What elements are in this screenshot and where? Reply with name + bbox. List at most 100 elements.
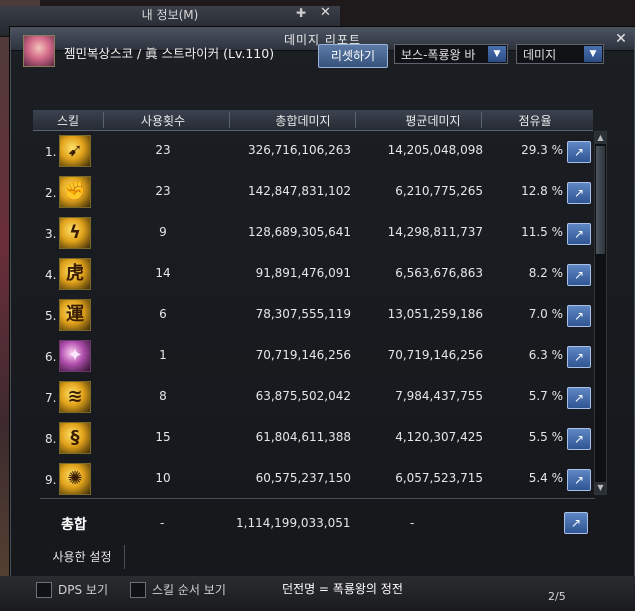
tiger-fist-icon: ✊: [59, 176, 91, 208]
avg-damage-cell: 14,298,811,737: [387, 225, 483, 239]
uses-cell: 6: [159, 307, 167, 321]
share-icon[interactable]: ↗: [567, 182, 591, 204]
target-select[interactable]: 보스-폭룡왕 바 ▼: [394, 44, 508, 64]
header-avg: 평균데미지: [405, 114, 461, 128]
total-damage-cell: 78,307,555,119: [255, 307, 351, 321]
total-damage: 1,114,199,033,051: [236, 516, 351, 530]
scroll-down-icon[interactable]: ▼: [595, 482, 606, 494]
chevron-down-icon[interactable]: ▼: [488, 46, 506, 62]
skill-order-label: 스킬 순서 보기: [152, 583, 226, 597]
share-cell: 7.0 %: [528, 307, 563, 321]
total-damage-cell: 70,719,146,256: [255, 348, 351, 362]
share-icon[interactable]: ↗: [567, 469, 591, 491]
header-divider: [355, 112, 356, 128]
share-icon[interactable]: ↗: [567, 264, 591, 286]
row-number: 7.: [45, 391, 57, 405]
total-damage-cell: 128,689,305,641: [247, 225, 351, 239]
scroll-up-icon[interactable]: ▲: [595, 132, 606, 144]
total-damage-cell: 60,575,237,150: [255, 471, 351, 485]
share-icon[interactable]: ↗: [564, 512, 588, 534]
metric-select-value: 데미지: [523, 48, 557, 62]
table-row[interactable]: 4. 虎 14 91,891,476,091 6,563,676,863 8.2…: [33, 254, 593, 295]
total-row: 총합 - 1,114,199,033,051 - ↗: [40, 505, 600, 541]
total-damage-cell: 142,847,831,102: [247, 184, 351, 198]
character-name: 젬민복상스코 / 眞 스트라이커 (Lv.110): [64, 46, 275, 61]
table-row[interactable]: 8. § 15 61,804,611,388 4,120,307,425 5.5…: [33, 418, 593, 459]
uses-cell: 10: [155, 471, 171, 485]
total-damage-cell: 326,716,106,263: [247, 143, 351, 157]
header-divider: [481, 112, 482, 128]
dragon-coil-icon: §: [59, 422, 91, 454]
dps-view-label: DPS 보기: [58, 583, 108, 597]
row-number: 4.: [45, 268, 57, 282]
table-row[interactable]: 3. ϟ 9 128,689,305,641 14,298,811,737 11…: [33, 213, 593, 254]
chevron-down-icon[interactable]: ▼: [584, 46, 602, 62]
uses-cell: 8: [159, 389, 167, 403]
total-avg: -: [410, 516, 415, 530]
skill-order-checkbox[interactable]: [130, 582, 146, 598]
tab-used-settings[interactable]: 사용한 설정: [40, 545, 125, 569]
uses-cell: 14: [155, 266, 171, 280]
share-icon[interactable]: ↗: [567, 346, 591, 368]
share-cell: 29.3 %: [521, 143, 563, 157]
share-cell: 8.2 %: [528, 266, 563, 280]
share-cell: 6.3 %: [528, 348, 563, 362]
header-uses: 사용횟수: [140, 114, 186, 128]
table-row[interactable]: 6. ✦ 1 70,719,146,256 70,719,146,256 6.3…: [33, 336, 593, 377]
table-row[interactable]: 7. ≋ 8 63,875,502,042 7,984,437,755 5.7 …: [33, 377, 593, 418]
share-cell: 11.5 %: [521, 225, 563, 239]
luck-character-icon: 運: [59, 299, 91, 331]
character-avatar: [23, 35, 55, 67]
table-row[interactable]: 1. ➹ 23 326,716,106,263 14,205,048,098 2…: [33, 131, 593, 172]
header-total: 총합데미지: [275, 114, 331, 128]
avg-damage-cell: 6,057,523,715: [395, 471, 483, 485]
dps-view-checkbox[interactable]: [36, 582, 52, 598]
share-icon[interactable]: ↗: [567, 305, 591, 327]
table-row[interactable]: 2. ✊ 23 142,847,831,102 6,210,775,265 12…: [33, 172, 593, 213]
total-damage-cell: 91,891,476,091: [255, 266, 351, 280]
total-damage-cell: 61,804,611,388: [255, 430, 351, 444]
uses-cell: 23: [155, 184, 171, 198]
avg-damage-cell: 6,563,676,863: [395, 266, 483, 280]
avg-damage-cell: 7,984,437,755: [395, 389, 483, 403]
close-icon[interactable]: ✕: [612, 30, 630, 48]
share-cell: 5.7 %: [528, 389, 563, 403]
table-row[interactable]: 9. ✺ 10 60,575,237,150 6,057,523,715 5.4…: [33, 459, 593, 500]
radiant-burst-icon: ✺: [59, 463, 91, 495]
page-indicator: 2/5: [548, 590, 566, 603]
share-icon[interactable]: ↗: [567, 387, 591, 409]
header-divider: [229, 112, 230, 128]
total-damage-cell: 63,875,502,042: [255, 389, 351, 403]
share-icon[interactable]: ↗: [567, 223, 591, 245]
avg-damage-cell: 4,120,307,425: [395, 430, 483, 444]
tiger-character-icon: 虎: [59, 258, 91, 290]
pin-icon[interactable]: ✚: [296, 6, 306, 20]
reset-button[interactable]: 리셋하기: [318, 44, 388, 68]
row-number: 1.: [45, 145, 57, 159]
divider: [40, 498, 595, 499]
row-number: 8.: [45, 432, 57, 446]
my-info-window-title: 내 정보(M): [141, 8, 199, 22]
uses-cell: 1: [159, 348, 167, 362]
share-icon[interactable]: ↗: [567, 428, 591, 450]
target-select-value: 보스-폭룡왕 바: [401, 48, 476, 62]
skill-damage-table: 스킬 사용횟수 총합데미지 평균데미지 점유율 1. ➹ 23 326,716,…: [33, 110, 593, 502]
close-icon[interactable]: ✕: [320, 5, 331, 20]
total-label: 총합: [61, 517, 87, 533]
table-header: 스킬 사용횟수 총합데미지 평균데미지 점유율: [33, 110, 593, 131]
table-scrollbar[interactable]: ▲ ▼: [594, 131, 607, 495]
metric-select[interactable]: 데미지 ▼: [516, 44, 604, 64]
scroll-thumb[interactable]: [596, 146, 605, 254]
avg-damage-cell: 6,210,775,265: [395, 184, 483, 198]
table-row[interactable]: 5. 運 6 78,307,555,119 13,051,259,186 7.0…: [33, 295, 593, 336]
header-share: 점유율: [518, 114, 552, 128]
spirit-burst-icon: ✦: [59, 340, 91, 372]
avg-damage-cell: 14,205,048,098: [387, 143, 483, 157]
share-icon[interactable]: ↗: [567, 141, 591, 163]
dungeon-name: 던전명 = 폭룡왕의 정전: [282, 582, 403, 596]
row-number: 6.: [45, 350, 57, 364]
lightning-kick-icon: ϟ: [59, 217, 91, 249]
header-skill: 스킬: [56, 114, 80, 128]
share-cell: 12.8 %: [521, 184, 563, 198]
header-divider: [103, 112, 104, 128]
